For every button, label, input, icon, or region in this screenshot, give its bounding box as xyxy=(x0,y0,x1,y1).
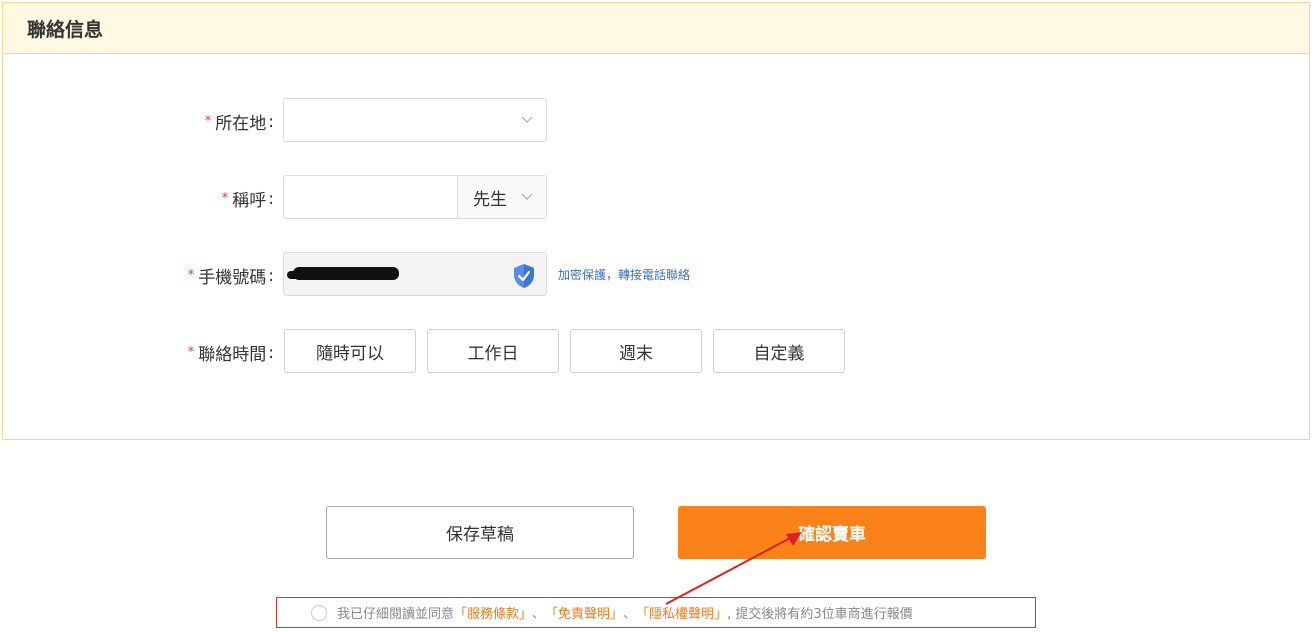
title-select[interactable]: 先生 xyxy=(457,175,547,219)
name-input[interactable] xyxy=(283,175,458,219)
shield-check-icon xyxy=(512,263,536,289)
time-option-anytime[interactable]: 隨時可以 xyxy=(284,329,416,373)
save-draft-button[interactable]: 保存草稿 xyxy=(326,506,634,559)
agreement-suffix: , 提交後將有約3位車商進行報價 xyxy=(727,607,913,622)
chevron-down-icon xyxy=(520,190,534,204)
agree-radio[interactable] xyxy=(311,604,327,621)
redaction-mark xyxy=(293,267,399,280)
required-mark: * xyxy=(204,114,212,129)
phone-label: * 手機號碼: xyxy=(187,265,274,289)
salutation-label: * 稱呼: xyxy=(221,188,274,212)
section-title: 聯絡信息 xyxy=(27,18,104,41)
location-select[interactable] xyxy=(283,98,547,142)
required-mark: * xyxy=(187,268,195,283)
agreement-prefix: 我已仔細閱讀並同意 xyxy=(337,607,455,622)
contact-info-panel: 聯絡信息 * 所在地: * 稱呼: 先生 * 手機號碼: 加密保護，轉接電話聯絡… xyxy=(2,2,1310,440)
chevron-down-icon xyxy=(520,113,534,127)
time-option-weekday[interactable]: 工作日 xyxy=(427,329,559,373)
location-label: * 所在地: xyxy=(204,111,274,135)
disclaimer-link[interactable]: 「免責聲明」 xyxy=(545,603,623,622)
separator: 、 xyxy=(623,607,637,622)
required-mark: * xyxy=(221,191,229,206)
encryption-note: 加密保護，轉接電話聯絡 xyxy=(558,268,691,282)
agreement-row: 我已仔細閱讀並同意 「服務條款」 、 「免責聲明」 、 「隱私權聲明」 , 提交… xyxy=(276,597,1036,628)
title-value: 先生 xyxy=(473,189,507,210)
privacy-link[interactable]: 「隱私權聲明」 xyxy=(636,603,727,622)
terms-link[interactable]: 「服務條款」 xyxy=(454,603,532,622)
time-option-custom[interactable]: 自定義 xyxy=(713,329,845,373)
time-option-weekend[interactable]: 週末 xyxy=(570,329,702,373)
confirm-sell-button[interactable]: 確認賣車 xyxy=(678,506,986,559)
required-mark: * xyxy=(187,345,195,360)
phone-input[interactable] xyxy=(283,252,547,296)
panel-header: 聯絡信息 xyxy=(3,3,1309,54)
separator: 、 xyxy=(532,607,546,622)
contact-time-label: * 聯絡時間: xyxy=(187,342,274,366)
